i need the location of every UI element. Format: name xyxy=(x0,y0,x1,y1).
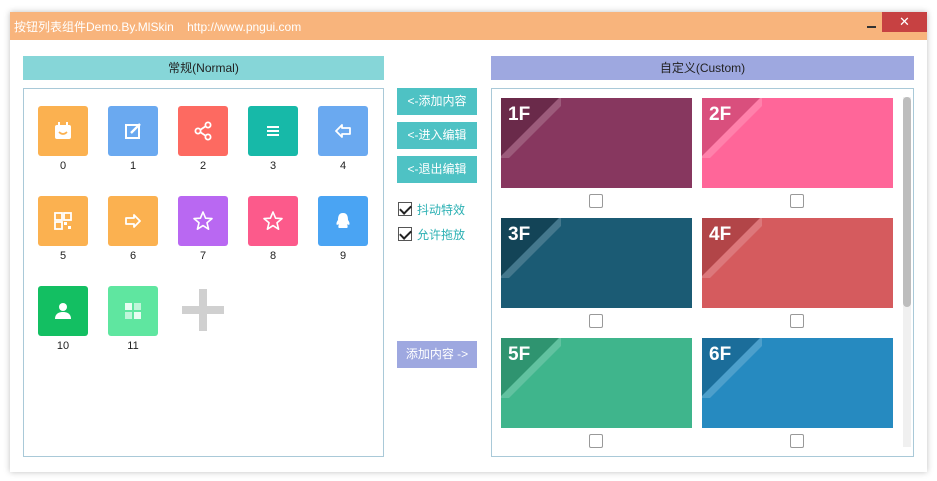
card-checkbox[interactable] xyxy=(790,434,804,448)
tile-4[interactable] xyxy=(318,106,368,156)
tile-8[interactable] xyxy=(248,196,298,246)
shake-effect-label: 抖动特效 xyxy=(417,202,466,217)
tile-3[interactable] xyxy=(248,106,298,156)
tile-label: 2 xyxy=(199,160,207,172)
menu-icon xyxy=(267,126,279,136)
tile-11[interactable] xyxy=(108,286,158,336)
custom-card-6F[interactable]: 6F xyxy=(702,338,893,428)
allow-drag-label: 允许拖放 xyxy=(417,227,466,242)
normal-panel-header: 常规(Normal) xyxy=(23,56,384,80)
tile-label: 5 xyxy=(59,250,67,262)
tile-9[interactable] xyxy=(318,196,368,246)
card-checkbox[interactable] xyxy=(790,314,804,328)
star-icon xyxy=(263,211,283,230)
plus-icon[interactable] xyxy=(182,289,224,331)
edit-icon xyxy=(125,123,141,139)
contact-icon xyxy=(55,303,71,319)
tile-label: 3 xyxy=(269,160,277,172)
tile-5[interactable] xyxy=(38,196,88,246)
tile-label: 11 xyxy=(127,340,139,352)
card-label: 6F xyxy=(709,344,732,365)
app-window: 按钮列表组件Demo.By.MlSkin http://www.pngui.co… xyxy=(10,12,927,472)
shake-effect-option[interactable]: 抖动特效 xyxy=(398,201,465,217)
card-label: 4F xyxy=(709,224,732,245)
custom-card-3F[interactable]: 3F xyxy=(501,218,692,308)
calendar-icon xyxy=(55,122,71,139)
tile-label: 6 xyxy=(129,250,137,262)
tile-label: 7 xyxy=(199,250,207,262)
title-bar[interactable]: 按钮列表组件Demo.By.MlSkin http://www.pngui.co… xyxy=(10,12,927,40)
card-label: 3F xyxy=(508,224,531,245)
card-checkbox[interactable] xyxy=(589,434,603,448)
card-checkbox[interactable] xyxy=(589,194,603,208)
card-label: 1F xyxy=(508,104,531,125)
tile-0[interactable] xyxy=(38,106,88,156)
tile-label: 8 xyxy=(269,250,277,262)
window-title: 按钮列表组件Demo.By.MlSkin http://www.pngui.co… xyxy=(14,20,302,34)
allow-drag-checkbox[interactable] xyxy=(398,227,412,241)
tile-2[interactable] xyxy=(178,106,228,156)
tile-7[interactable] xyxy=(178,196,228,246)
minimize-button[interactable] xyxy=(862,12,880,34)
custom-card-4F[interactable]: 4F xyxy=(702,218,893,308)
card-label: 2F xyxy=(709,104,732,125)
tile-label: 1 xyxy=(129,160,137,172)
back-arrow-icon xyxy=(335,124,351,138)
windows-icon xyxy=(125,303,141,319)
card-checkbox[interactable] xyxy=(589,314,603,328)
vertical-scrollbar[interactable] xyxy=(903,97,911,447)
star-icon xyxy=(193,211,213,230)
enter-edit-button[interactable]: <-进入编辑 xyxy=(397,122,477,149)
custom-card-5F[interactable]: 5F xyxy=(501,338,692,428)
exit-edit-button[interactable]: <-退出编辑 xyxy=(397,156,477,183)
custom-card-2F[interactable]: 2F xyxy=(702,98,893,188)
tile-10[interactable] xyxy=(38,286,88,336)
tile-label: 4 xyxy=(339,160,347,172)
tile-1[interactable] xyxy=(108,106,158,156)
normal-tile-list: 0 1 2 3 4 5 6 7 8 9 10 11 xyxy=(23,88,384,457)
tile-label: 10 xyxy=(56,340,70,352)
allow-drag-option[interactable]: 允许拖放 xyxy=(398,226,465,242)
custom-panel-header: 自定义(Custom) xyxy=(491,56,914,80)
card-checkbox[interactable] xyxy=(790,194,804,208)
scroll-thumb[interactable] xyxy=(903,97,911,307)
tile-label: 9 xyxy=(339,250,347,262)
qrcode-icon xyxy=(54,212,72,230)
tile-6[interactable] xyxy=(108,196,158,246)
forward-arrow-icon xyxy=(125,214,141,228)
custom-card-1F[interactable]: 1F xyxy=(501,98,692,188)
card-label: 5F xyxy=(508,344,531,365)
qq-icon xyxy=(336,213,350,228)
custom-card-list: 1F 2F 3F 4F 5F 6F xyxy=(491,88,914,457)
share-icon xyxy=(194,121,212,141)
shake-effect-checkbox[interactable] xyxy=(398,202,412,216)
close-button[interactable]: ✕ xyxy=(882,12,927,32)
tile-label: 0 xyxy=(59,160,67,172)
add-content-right-button[interactable]: 添加内容 -> xyxy=(397,341,477,368)
add-content-left-button[interactable]: <-添加内容 xyxy=(397,88,477,115)
